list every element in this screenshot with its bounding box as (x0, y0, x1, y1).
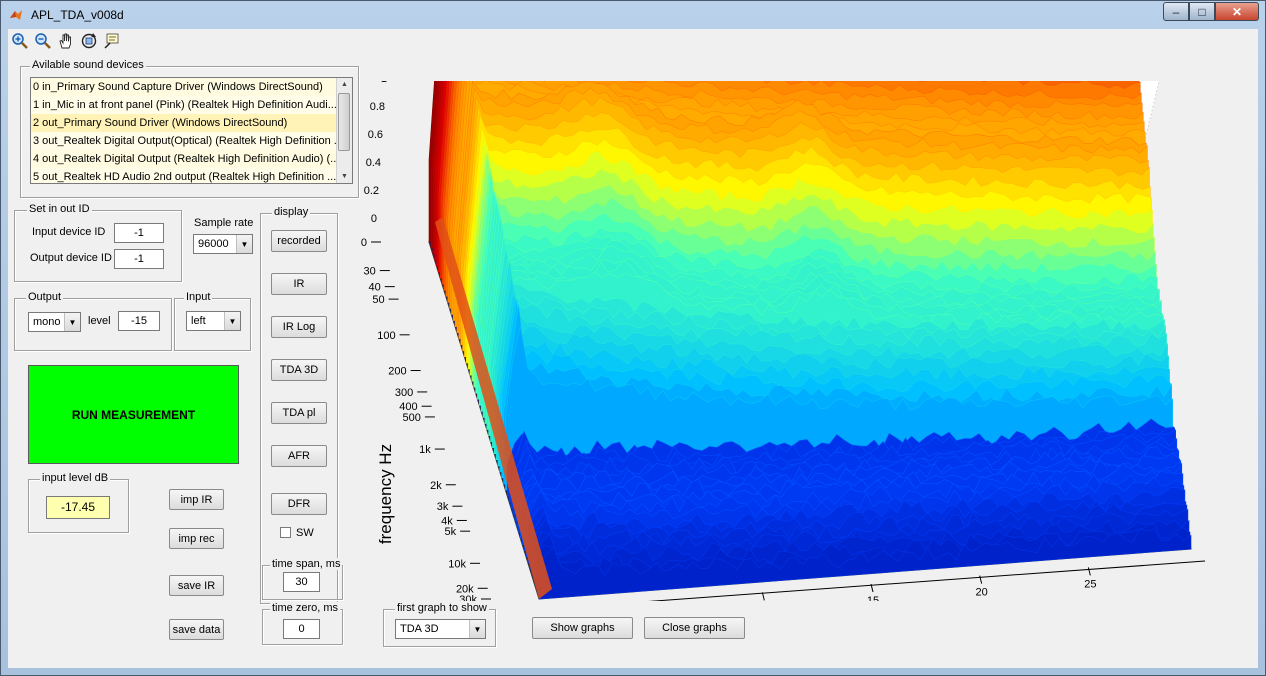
freq-tick-label: 10k (448, 558, 466, 570)
show-graphs-button[interactable]: Show graphs (532, 617, 633, 639)
time-span-field[interactable]: 30 (283, 572, 320, 592)
output-mode-select[interactable]: mono ▼ (28, 312, 81, 332)
freq-tick-label: 1k (419, 444, 431, 456)
device-item-3[interactable]: 3 out_Realtek Digital Output(Optical) (R… (31, 132, 336, 150)
close-graphs-button[interactable]: Close graphs (644, 617, 745, 639)
freq-tick-label: 30k (459, 594, 477, 601)
freq-tick-label: 2k (430, 480, 442, 492)
input-channel-select[interactable]: left ▼ (186, 311, 241, 331)
chevron-down-icon: ▼ (64, 313, 80, 331)
devices-listbox[interactable]: 0 in_Primary Sound Capture Driver (Windo… (30, 77, 353, 184)
freq-tick-label: 5k (444, 526, 456, 538)
freq-tick-label: 3k (437, 501, 449, 513)
ir-log-button[interactable]: IR Log (271, 316, 327, 338)
save-data-button[interactable]: save data (169, 619, 224, 640)
sample-rate-label: Sample rate (194, 217, 254, 229)
device-item-2[interactable]: 2 out_Primary Sound Driver (Windows Dire… (31, 114, 336, 132)
first-graph-legend: first graph to show (395, 602, 489, 614)
input-level-legend: input level dB (40, 472, 111, 484)
chevron-down-icon: ▼ (469, 620, 485, 638)
device-item-1[interactable]: 1 in_Mic in at front panel (Pink) (Realt… (31, 96, 336, 114)
device-item-0[interactable]: 0 in_Primary Sound Capture Driver (Windo… (31, 78, 336, 96)
freq-tick-label: 50 (372, 294, 384, 306)
z-tick-label: 0.2 (364, 185, 379, 197)
matlab-logo-icon (10, 10, 22, 20)
sample-rate-value: 96000 (198, 238, 229, 250)
input-legend: Input (184, 291, 213, 303)
input-level-value: -17.45 (46, 496, 110, 519)
level-field[interactable]: -15 (118, 311, 160, 331)
z-tick-label: 0.6 (368, 129, 383, 141)
scroll-down-icon[interactable]: ▼ (337, 170, 352, 183)
input-channel-value: left (191, 315, 206, 327)
z-tick-label: 0 (371, 213, 377, 225)
figure-client-area: Avilable sound devices 0 in_Primary Soun… (8, 53, 1258, 668)
z-tick-label: 1 (381, 81, 387, 85)
device-item-4[interactable]: 4 out_Realtek Digital Output (Realtek Hi… (31, 150, 336, 168)
output-mode-value: mono (33, 316, 61, 328)
time-span-legend: time span, ms (270, 558, 343, 570)
time-zero-legend: time zero, ms (270, 602, 341, 614)
freq-tick-label: 40 (369, 282, 381, 294)
freq-tick-label: 300 (395, 387, 413, 399)
save-ir-button[interactable]: save IR (169, 575, 224, 596)
time-tick (1087, 567, 1091, 576)
time-tick-label: 20 (976, 587, 988, 599)
output-legend: Output (26, 291, 64, 303)
set-io-legend: Set in out ID (27, 203, 92, 215)
figure-toolbar (8, 29, 1258, 53)
display-legend: display (272, 206, 311, 218)
rotate-3d-icon[interactable] (80, 32, 98, 50)
freq-tick-label: 100 (377, 330, 395, 342)
dfr-button[interactable]: DFR (271, 493, 327, 515)
freq-tick-label: 500 (403, 412, 421, 424)
input-device-field[interactable]: -1 (114, 223, 164, 243)
title-bar: APL_TDA_v008d – □ ✕ (1, 1, 1265, 29)
first-graph-select[interactable]: TDA 3D ▼ (395, 619, 486, 639)
app-window: APL_TDA_v008d – □ ✕ Avilable sound devic… (0, 0, 1266, 676)
sw-label: SW (296, 527, 314, 539)
scroll-up-icon[interactable]: ▲ (337, 78, 352, 91)
window-title: APL_TDA_v008d (31, 8, 124, 22)
imp-ir-button[interactable]: imp IR (169, 489, 224, 510)
output-device-field[interactable]: -1 (114, 249, 164, 269)
time-tick-label: 25 (1084, 578, 1096, 590)
time-zero-field[interactable]: 0 (283, 619, 320, 639)
device-item-5[interactable]: 5 out_Realtek HD Audio 2nd output (Realt… (31, 168, 336, 183)
close-button[interactable]: ✕ (1215, 2, 1259, 21)
sample-rate-select[interactable]: 96000 ▼ (193, 234, 253, 254)
tda-pl-button[interactable]: TDA pl (271, 402, 327, 424)
freq-tick-label: 20 (361, 237, 367, 249)
afr-button[interactable]: AFR (271, 445, 327, 467)
output-device-label: Output device ID (30, 252, 112, 264)
scroll-thumb[interactable] (338, 93, 350, 151)
pan-hand-icon[interactable] (57, 32, 75, 50)
ir-button[interactable]: IR (271, 273, 327, 295)
devices-legend: Avilable sound devices (30, 59, 146, 71)
level-label: level (88, 315, 111, 327)
freq-tick-label: 200 (388, 366, 406, 378)
minimize-button[interactable]: – (1163, 2, 1189, 21)
z-tick-label: 0.8 (370, 101, 385, 113)
waterfall-3d-plot[interactable]: 00.20.40.60.81203040501002003004005001k2… (361, 81, 1261, 601)
input-device-label: Input device ID (32, 226, 106, 238)
freq-tick-label: 30 (364, 266, 376, 278)
y-axis-title: frequency Hz (376, 444, 395, 544)
sw-checkbox[interactable] (280, 527, 291, 538)
chevron-down-icon: ▼ (236, 235, 252, 253)
maximize-button[interactable]: □ (1189, 2, 1215, 21)
set-io-panel: Set in out ID (14, 203, 182, 282)
zoom-in-icon[interactable] (11, 32, 29, 50)
chevron-down-icon: ▼ (224, 312, 240, 330)
recorded-button[interactable]: recorded (271, 230, 327, 252)
time-tick-label: 15 (867, 595, 879, 601)
devices-scrollbar[interactable]: ▲ ▼ (336, 78, 352, 183)
imp-rec-button[interactable]: imp rec (169, 528, 224, 549)
first-graph-value: TDA 3D (400, 623, 439, 635)
tda-3d-button[interactable]: TDA 3D (271, 359, 327, 381)
zoom-out-icon[interactable] (34, 32, 52, 50)
run-measurement-button[interactable]: RUN MEASUREMENT (28, 365, 239, 464)
data-cursor-icon[interactable] (103, 32, 121, 50)
z-tick-label: 0.4 (366, 157, 381, 169)
